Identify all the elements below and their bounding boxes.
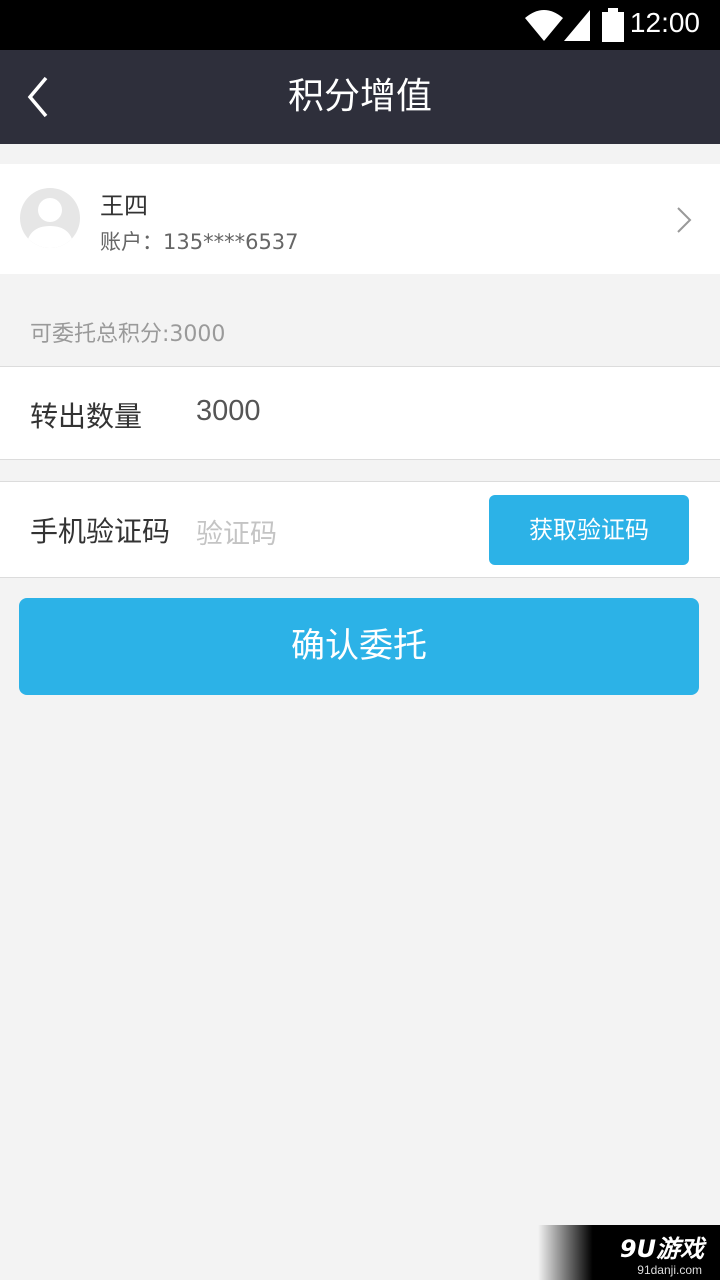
user-name: 王四: [100, 192, 148, 220]
verification-code-input[interactable]: 验证码: [196, 512, 277, 551]
wifi-icon: [525, 10, 563, 41]
profile-card[interactable]: 王四 账户：135****6537: [0, 164, 720, 274]
watermark-url: 91danji.com: [637, 1263, 702, 1277]
get-code-button[interactable]: 获取验证码: [489, 495, 689, 565]
battery-icon: [602, 8, 624, 42]
confirm-button[interactable]: 确认委托: [19, 598, 699, 695]
signal-icon: [564, 10, 590, 41]
page-title: 积分增值: [287, 76, 432, 117]
avatar: [20, 188, 80, 248]
user-account: 账户：135****6537: [100, 230, 299, 254]
status-time: 12:00: [629, 7, 700, 38]
watermark-logo: 9U游戏: [619, 1235, 704, 1263]
total-points-label: 可委托总积分:3000: [30, 322, 226, 347]
transfer-amount-label: 转出数量: [30, 400, 143, 433]
nav-bar: 积分增值: [0, 50, 720, 144]
status-bar: 12:00: [0, 0, 720, 50]
verification-label: 手机验证码: [30, 515, 171, 548]
transfer-amount-input[interactable]: 3000: [196, 395, 261, 428]
avatar-person-icon: [26, 198, 74, 248]
verification-row: 手机验证码 验证码 获取验证码: [0, 481, 720, 578]
chevron-right-icon: [677, 207, 692, 233]
watermark: 9U游戏 91danji.com: [538, 1225, 720, 1280]
transfer-amount-row: 转出数量 3000: [0, 366, 720, 460]
